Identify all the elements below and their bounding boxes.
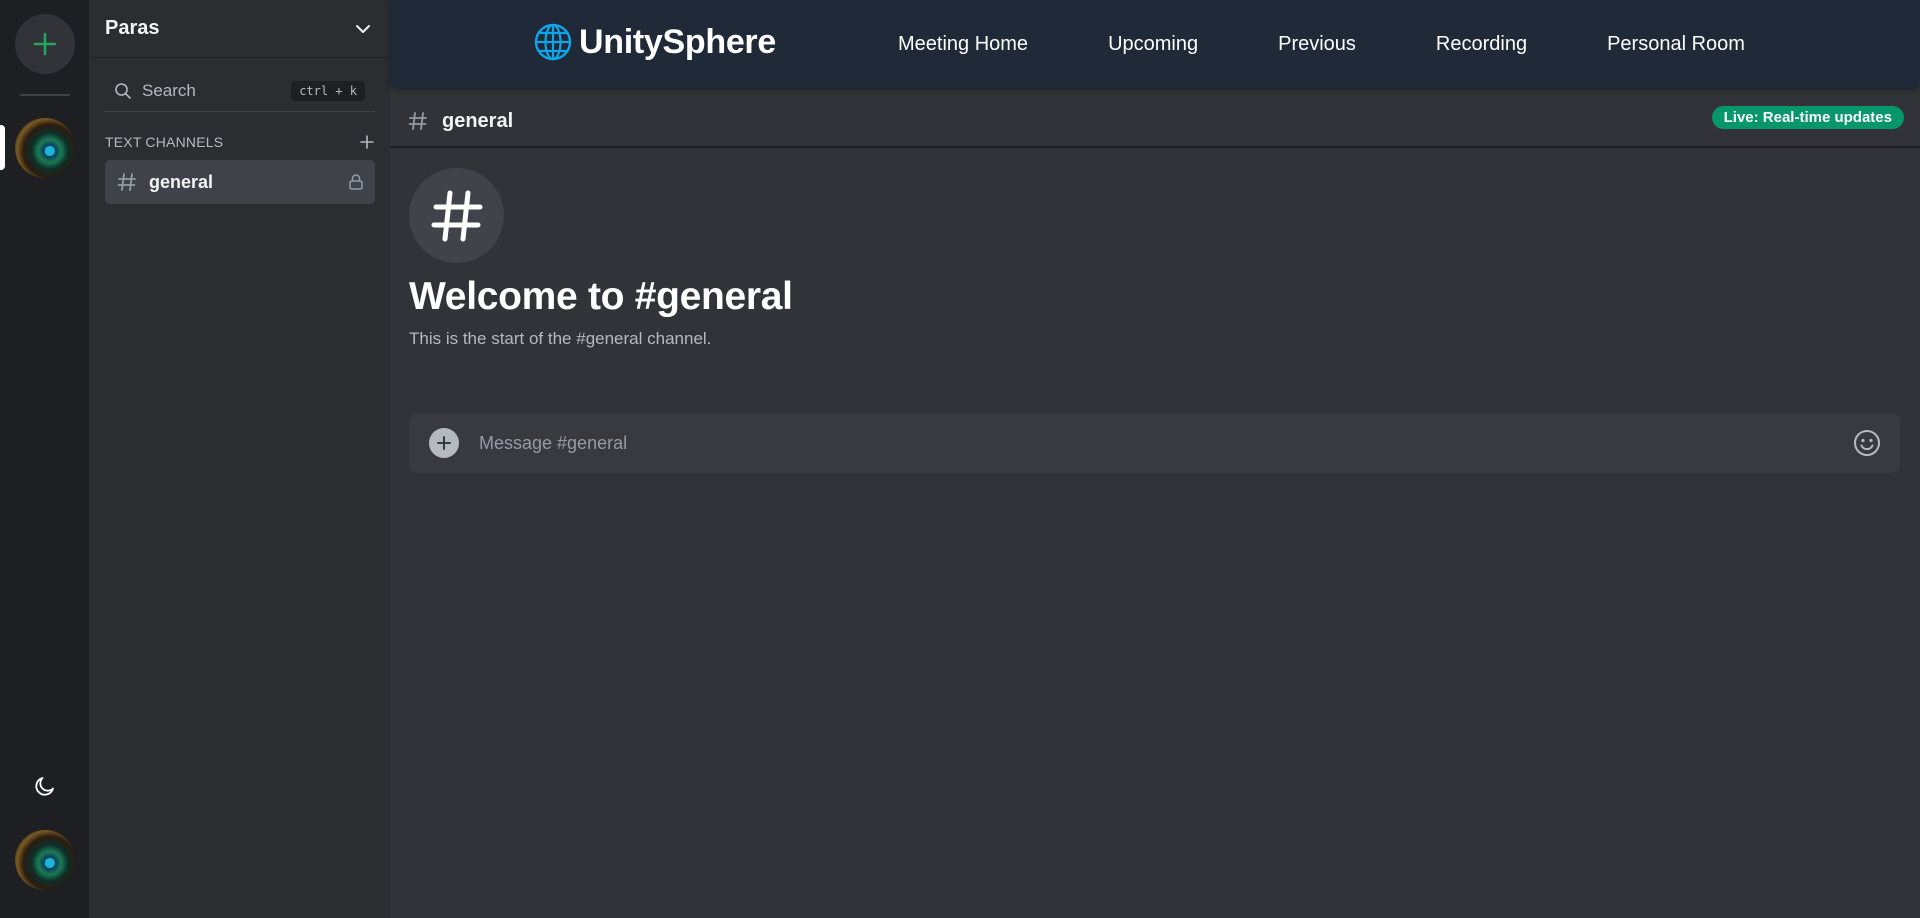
nav-meeting-home[interactable]: Meeting Home xyxy=(898,33,1028,56)
add-server-button[interactable] xyxy=(15,14,75,74)
welcome-title: Welcome to #general xyxy=(409,275,793,318)
brand-logo[interactable]: UnitySphere xyxy=(533,22,776,62)
channel-header: general Live: Real-time updates xyxy=(390,96,1920,148)
search-shortcut: ctrl + k xyxy=(291,80,365,101)
nav-previous[interactable]: Previous xyxy=(1278,33,1356,56)
message-composer xyxy=(409,413,1900,473)
nav-recording[interactable]: Recording xyxy=(1436,33,1527,56)
add-channel-icon[interactable] xyxy=(359,134,375,150)
active-server-indicator xyxy=(0,125,5,170)
server-header[interactable]: Paras xyxy=(89,0,390,58)
server-name: Paras xyxy=(105,17,160,39)
section-title: TEXT CHANNELS xyxy=(105,134,224,150)
nav-links: Meeting Home Upcoming Previous Recording… xyxy=(898,0,1825,88)
search-label: Search xyxy=(142,80,196,100)
message-input[interactable] xyxy=(479,432,1852,454)
channel-avatar xyxy=(409,168,504,263)
rail-divider xyxy=(20,94,70,96)
server-rail xyxy=(0,0,89,918)
top-navigation: UnitySphere Meeting Home Upcoming Previo… xyxy=(390,0,1920,88)
channel-item-general[interactable]: general xyxy=(105,160,375,204)
smile-icon[interactable] xyxy=(1852,428,1882,458)
lock-icon xyxy=(349,174,363,190)
user-avatar[interactable] xyxy=(15,830,75,890)
search-icon xyxy=(115,82,131,99)
attach-button[interactable] xyxy=(429,428,459,458)
channel-welcome: Welcome to #general This is the start of… xyxy=(409,168,793,349)
hash-icon xyxy=(431,190,482,241)
text-channels-section: TEXT CHANNELS xyxy=(105,134,375,150)
live-status-badge: Live: Real-time updates xyxy=(1711,106,1904,129)
globe-icon xyxy=(534,23,572,61)
nav-upcoming[interactable]: Upcoming xyxy=(1108,33,1198,56)
channel-name: general xyxy=(149,171,214,192)
hash-icon xyxy=(117,173,136,191)
channel-title: general xyxy=(442,109,514,132)
plus-icon xyxy=(437,436,451,450)
nav-personal-room[interactable]: Personal Room xyxy=(1607,33,1745,56)
brand-name: UnitySphere xyxy=(579,22,776,61)
chevron-down-icon[interactable] xyxy=(354,20,372,38)
plus-icon xyxy=(33,32,57,56)
hash-icon xyxy=(408,112,427,130)
welcome-subtitle: This is the start of the #general channe… xyxy=(409,329,712,348)
moon-icon[interactable] xyxy=(33,774,57,798)
channel-sidebar: Paras Search ctrl + k TEXT CHANNELS gene… xyxy=(89,0,390,918)
search-button[interactable]: Search ctrl + k xyxy=(104,70,375,112)
server-icon-paras[interactable] xyxy=(15,118,75,178)
